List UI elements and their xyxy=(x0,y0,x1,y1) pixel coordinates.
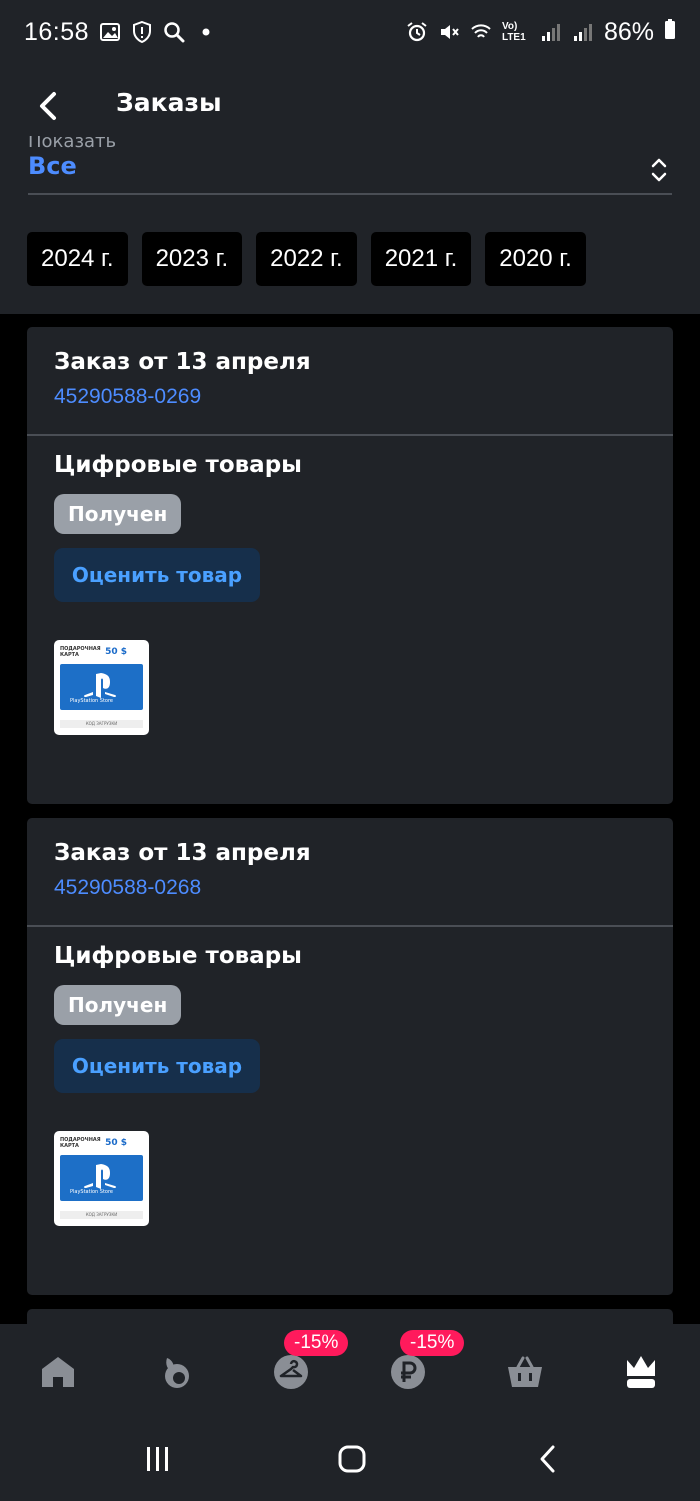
nav-home[interactable] xyxy=(38,1352,78,1392)
crown-icon xyxy=(627,1356,655,1388)
order-header: Заказ от 13 апреля 45290588-0269 xyxy=(27,327,673,436)
product-thumbnail[interactable]: ПОДАРОЧНАЯ КАРТА 50 $ PlayStation Store … xyxy=(54,1131,149,1226)
year-chip-2023[interactable]: 2023 г. xyxy=(141,232,243,286)
battery-icon xyxy=(664,18,676,46)
order-title: Заказ от 13 апреля xyxy=(54,349,311,375)
bottom-nav: -15% -15% xyxy=(0,1324,700,1414)
rate-product-button[interactable]: Оценить товар xyxy=(54,1039,260,1093)
page-title: Заказы xyxy=(116,88,222,117)
status-bar: 16:58 Vo) LTE1 86% xyxy=(0,0,700,64)
discount-badge: -15% xyxy=(400,1330,465,1356)
home-button[interactable] xyxy=(334,1444,370,1474)
status-badge: Получен xyxy=(54,494,182,534)
order-number[interactable]: 45290588-0268 xyxy=(54,876,646,900)
chevron-left-icon xyxy=(40,92,56,120)
thumb-footer: КОД ЗАГРУЗКИ xyxy=(60,720,143,728)
order-card[interactable]: Заказ от 13 апреля 45290588-0269 Цифровы… xyxy=(27,327,673,804)
back-button[interactable] xyxy=(28,86,68,126)
ruble-icon xyxy=(391,1355,425,1389)
nav-clothing[interactable] xyxy=(271,1352,311,1392)
signal-icon xyxy=(540,21,562,43)
year-chip-2021[interactable]: 2021 г. xyxy=(370,232,472,286)
sort-arrows-icon[interactable] xyxy=(650,156,668,184)
fruit-icon xyxy=(165,1358,189,1388)
alarm-icon xyxy=(406,21,428,43)
system-nav-bar xyxy=(0,1414,700,1501)
search-icon xyxy=(163,21,185,43)
section-title: Цифровые товары xyxy=(54,452,302,478)
divider xyxy=(28,193,672,195)
nav-catalog[interactable] xyxy=(155,1352,195,1392)
system-back-button[interactable] xyxy=(530,1444,566,1474)
thumb-caption: ПОДАРОЧНАЯ КАРТА xyxy=(60,646,101,658)
year-chips: 2024 г. 2023 г. 2022 г. 2021 г. 2020 г. xyxy=(27,232,586,286)
recents-icon xyxy=(147,1447,168,1471)
year-chip-2022[interactable]: 2022 г. xyxy=(256,232,357,286)
thumb-store: PlayStation Store xyxy=(70,1189,114,1195)
basket-icon xyxy=(508,1356,542,1387)
battery-percent: 86% xyxy=(603,17,654,46)
thumb-store: PlayStation Store xyxy=(70,698,114,704)
section-title: Цифровые товары xyxy=(54,943,302,969)
signal-icon xyxy=(572,21,594,43)
thumb-price: 50 $ xyxy=(105,647,127,657)
wifi-icon xyxy=(470,21,492,43)
shield-icon xyxy=(131,21,153,43)
rate-product-button[interactable]: Оценить товар xyxy=(54,548,260,602)
home-square-icon xyxy=(338,1445,366,1473)
hanger-icon xyxy=(274,1355,308,1389)
nav-finance[interactable] xyxy=(388,1352,428,1392)
orders-list: Заказ от 13 апреля 45290588-0269 Цифровы… xyxy=(27,327,673,1363)
thumb-price: 50 $ xyxy=(105,1138,127,1148)
recent-apps-button[interactable] xyxy=(140,1444,176,1474)
product-thumbnail[interactable]: ПОДАРОЧНАЯ КАРТА 50 $ PlayStation Store … xyxy=(54,640,149,735)
order-title: Заказ от 13 апреля xyxy=(54,840,311,866)
gallery-icon xyxy=(99,21,121,43)
clock: 16:58 xyxy=(24,17,90,46)
home-icon xyxy=(42,1357,74,1387)
year-chip-2024[interactable]: 2024 г. xyxy=(27,232,128,286)
discount-badge: -15% xyxy=(284,1330,349,1356)
filter-label: Показать xyxy=(28,136,117,148)
mute-icon xyxy=(438,21,460,43)
filter-select[interactable]: Все xyxy=(28,152,77,180)
network-label: Vo) LTE1 xyxy=(501,21,526,43)
order-card[interactable]: Заказ от 13 апреля 45290588-0268 Цифровы… xyxy=(27,818,673,1295)
order-header: Заказ от 13 апреля 45290588-0268 xyxy=(27,818,673,927)
nav-cart[interactable] xyxy=(505,1352,545,1392)
app-header: Заказы Показать Все 2024 г. 2023 г. 2022… xyxy=(0,64,700,314)
year-chip-2020[interactable]: 2020 г. xyxy=(485,232,586,286)
thumb-caption: ПОДАРОЧНАЯ КАРТА xyxy=(60,1137,101,1149)
dot-icon xyxy=(195,21,217,43)
thumb-footer: КОД ЗАГРУЗКИ xyxy=(60,1211,143,1219)
status-badge: Получен xyxy=(54,985,182,1025)
back-chevron-icon xyxy=(540,1445,555,1473)
order-number[interactable]: 45290588-0269 xyxy=(54,385,646,409)
nav-profile[interactable] xyxy=(621,1352,661,1392)
